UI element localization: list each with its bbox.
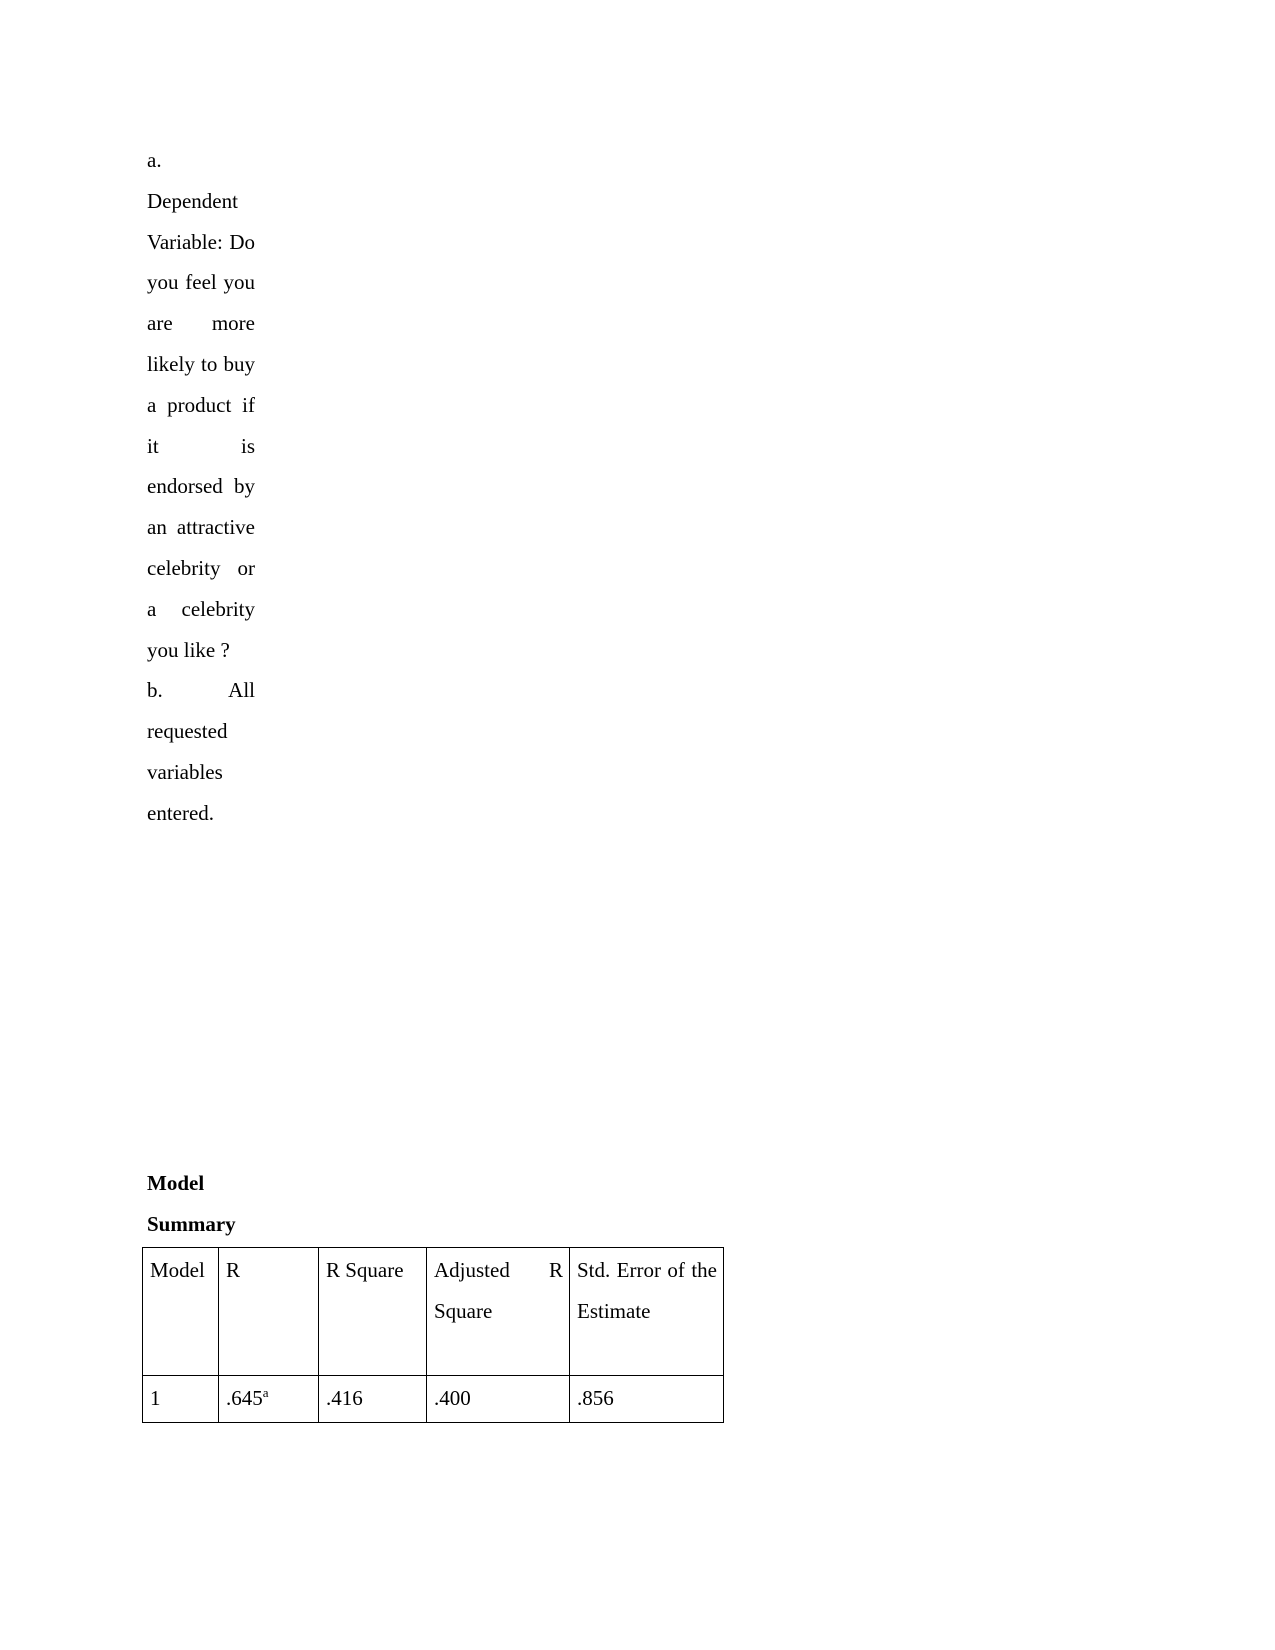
column-header-r-square: R Square — [318, 1247, 427, 1376]
document-page: a. Dependent Variable: Do you feel you a… — [0, 0, 1275, 1650]
footnote-b: b. All requested variables entered. — [147, 678, 255, 825]
cell-std-error: .856 — [569, 1375, 724, 1423]
column-header-adjusted-r-square: Adjusted R Square — [426, 1247, 570, 1376]
table-row: 1 .645a .416 .400 .856 — [142, 1375, 724, 1423]
cell-r-square: .416 — [318, 1375, 427, 1423]
cell-model: 1 — [142, 1375, 219, 1423]
cell-std-error-value: .856 — [577, 1386, 614, 1410]
column-header-r-square-label: R Square — [326, 1258, 404, 1282]
footnote-a: a. Dependent Variable: Do you feel you a… — [147, 148, 255, 662]
cell-model-value: 1 — [150, 1386, 161, 1410]
column-header-std-error-label: Std. Error of the Estimate — [577, 1258, 717, 1323]
column-header-r: R — [218, 1247, 319, 1376]
column-header-model: Model — [142, 1247, 219, 1376]
model-summary-heading: Model Summary — [147, 1171, 236, 1236]
cell-r-value: .645 — [226, 1386, 263, 1410]
cell-adjusted-r-square-value: .400 — [434, 1386, 471, 1410]
column-header-adjusted-r-square-label: Adjusted R Square — [434, 1258, 563, 1323]
column-header-std-error: Std. Error of the Estimate — [569, 1247, 724, 1376]
footnotes-block: a. Dependent Variable: Do you feel you a… — [147, 140, 255, 834]
model-summary-table: Model R R Square Adjusted R Square Std. … — [142, 1247, 724, 1423]
cell-adjusted-r-square: .400 — [426, 1375, 570, 1423]
cell-r: .645a — [218, 1375, 319, 1423]
table-header-row: Model R R Square Adjusted R Square Std. … — [142, 1247, 724, 1376]
column-header-model-label: Model — [150, 1258, 205, 1282]
column-header-r-label: R — [226, 1258, 241, 1282]
cell-r-square-value: .416 — [326, 1386, 363, 1410]
cell-r-footnote-marker: a — [262, 1385, 269, 1400]
